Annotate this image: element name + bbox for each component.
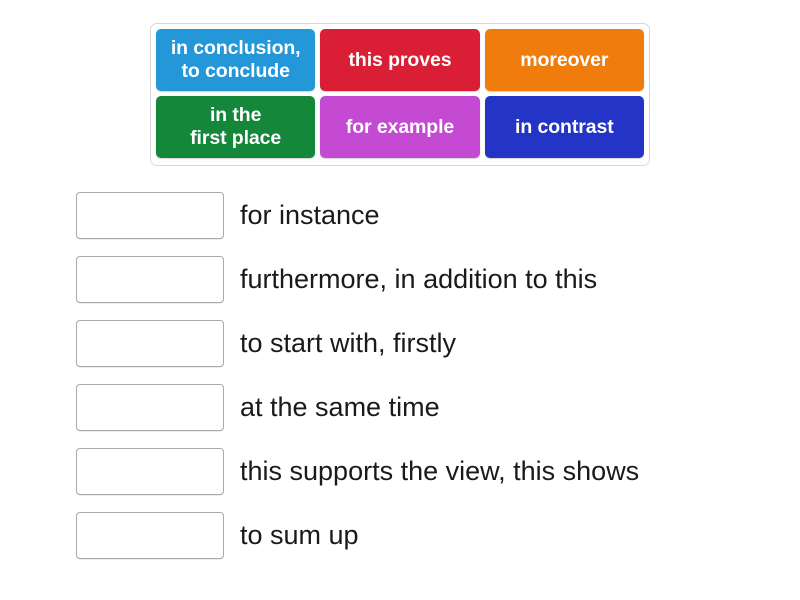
- answer-row: to start with, firstly: [76, 320, 776, 367]
- prompt-label-4: at the same time: [240, 392, 440, 422]
- tile-row-1: in conclusion, to conclude this proves m…: [156, 29, 644, 91]
- answer-row: this supports the view, this shows: [76, 448, 776, 495]
- answer-row: to sum up: [76, 512, 776, 559]
- draggable-tile-in-contrast[interactable]: in contrast: [484, 96, 644, 158]
- draggable-tile-for-example[interactable]: for example: [320, 96, 480, 158]
- draggable-tile-in-the-first-place[interactable]: in the first place: [156, 96, 316, 158]
- drop-zone-5[interactable]: [76, 448, 224, 495]
- prompt-label-2: furthermore, in addition to this: [240, 264, 598, 294]
- answer-row: for instance: [76, 192, 776, 239]
- draggable-tile-moreover[interactable]: moreover: [484, 29, 644, 91]
- draggable-tile-in-conclusion[interactable]: in conclusion, to conclude: [156, 29, 316, 91]
- drop-zone-2[interactable]: [76, 256, 224, 303]
- prompt-label-6: to sum up: [240, 520, 359, 550]
- prompt-label-5: this supports the view, this shows: [240, 456, 640, 486]
- drop-zone-1[interactable]: [76, 192, 224, 239]
- answer-row: at the same time: [76, 384, 776, 431]
- tile-row-2: in the first place for example in contra…: [156, 96, 644, 158]
- answer-list: for instance furthermore, in addition to…: [76, 192, 776, 576]
- tile-tray: in conclusion, to conclude this proves m…: [150, 23, 650, 166]
- drop-zone-4[interactable]: [76, 384, 224, 431]
- drop-zone-3[interactable]: [76, 320, 224, 367]
- prompt-label-3: to start with, firstly: [240, 328, 457, 358]
- answer-row: furthermore, in addition to this: [76, 256, 776, 303]
- drop-zone-6[interactable]: [76, 512, 224, 559]
- prompt-label-1: for instance: [240, 200, 380, 230]
- draggable-tile-this-proves[interactable]: this proves: [320, 29, 480, 91]
